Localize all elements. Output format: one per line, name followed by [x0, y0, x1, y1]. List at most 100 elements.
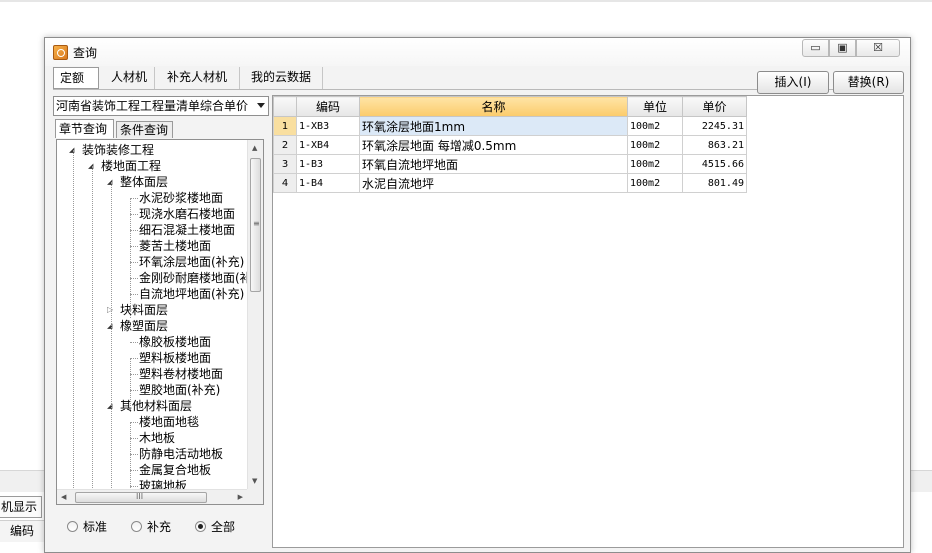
radio-circle-icon[interactable]: [67, 521, 78, 532]
tree-leaf[interactable]: 橡胶板楼地面: [139, 334, 211, 350]
tab-labor-material-machine[interactable]: 人材机: [105, 67, 155, 89]
horizontal-scroll-thumb[interactable]: III: [75, 492, 207, 503]
scroll-right-icon[interactable]: ▶: [238, 493, 243, 501]
radio-circle-icon[interactable]: [131, 521, 142, 532]
tree-guide-line: [73, 150, 74, 489]
quota-library-select[interactable]: 河南省装饰工程工程量清单综合单价: [53, 96, 269, 116]
replace-button[interactable]: 替换(R): [833, 71, 904, 94]
dialog-titlebar[interactable]: 查询 ▭ ▣ ☒: [45, 38, 910, 66]
table-row[interactable]: 2 1-XB4 环氧涂层地面 每增减0.5mm 100m2 863.21: [273, 135, 747, 155]
tree-horizontal-scrollbar[interactable]: ◀ III ▶: [57, 489, 247, 504]
query-dialog: 查询 ▭ ▣ ☒ 定额 人材机 补充人材机 我的云数据 插入(I) 替换(R) …: [44, 37, 911, 553]
tree-guide-line: [111, 182, 112, 489]
tree-guide-line: [130, 198, 131, 318]
tree-subcategory[interactable]: 整体面层: [120, 174, 168, 190]
cell-unit[interactable]: 100m2: [627, 116, 683, 136]
header-unit[interactable]: 单位: [627, 96, 683, 117]
tree-leaf[interactable]: 玻璃地板: [139, 478, 187, 489]
radio-supplementary[interactable]: 补充: [131, 518, 171, 536]
tree-connector: [130, 230, 138, 231]
vertical-scroll-thumb[interactable]: ≡: [250, 158, 261, 292]
tree-root[interactable]: 装饰装修工程: [82, 142, 154, 158]
tab-quota[interactable]: 定额: [53, 67, 99, 89]
tree-leaf[interactable]: 塑胶地面(补充): [139, 382, 220, 398]
cell-price[interactable]: 801.49: [682, 173, 747, 193]
tree-connector: [130, 470, 138, 471]
tree-guide-line: [92, 166, 93, 489]
maximize-button[interactable]: ▣: [829, 39, 856, 57]
tree-leaf[interactable]: 塑料板楼地面: [139, 350, 211, 366]
scroll-up-icon[interactable]: ▲: [252, 144, 257, 152]
tree-leaf[interactable]: 环氧涂层地面(补充): [139, 254, 244, 270]
tree-leaf[interactable]: 金刚砂耐磨楼地面(补: [139, 270, 247, 286]
header-code[interactable]: 编码: [296, 96, 360, 117]
radio-all[interactable]: 全部: [195, 518, 235, 536]
radio-circle-icon[interactable]: [195, 521, 206, 532]
tab-my-cloud-data[interactable]: 我的云数据: [245, 67, 323, 89]
scrollbar-corner: [247, 489, 263, 504]
tree-leaf[interactable]: 现浇水磨石楼地面: [139, 206, 235, 222]
tree-leaf[interactable]: 楼地面地毯: [139, 414, 199, 430]
cell-code[interactable]: 1-B4: [296, 173, 360, 193]
row-number[interactable]: 4: [273, 173, 297, 193]
tree-vertical-scrollbar[interactable]: ▲ ≡ ▼: [247, 140, 263, 489]
grip-icon: ≡: [253, 219, 260, 228]
scroll-down-icon[interactable]: ▼: [252, 477, 257, 485]
tree-connector: [130, 390, 138, 391]
row-number[interactable]: 1: [273, 116, 297, 136]
cell-price[interactable]: 2245.31: [682, 116, 747, 136]
grid-body: 1 1-XB3 环氧涂层地面1mm 100m2 2245.31 2 1-XB4 环氧涂层地面 …: [273, 116, 747, 193]
tree-subcategory[interactable]: 橡塑面层: [120, 318, 168, 334]
cell-code[interactable]: 1-XB3: [296, 116, 360, 136]
tree-leaf[interactable]: 自流地坪地面(补充): [139, 286, 244, 302]
header-row-number: [273, 96, 297, 117]
header-price[interactable]: 单价: [682, 96, 747, 117]
header-name[interactable]: 名称: [359, 96, 628, 117]
scroll-left-icon[interactable]: ◀: [61, 493, 66, 501]
background-tab[interactable]: 机显示: [0, 496, 42, 518]
tree-guide-line: [130, 358, 131, 412]
tree-leaf[interactable]: 菱苦土楼地面: [139, 238, 211, 254]
tree-leaf[interactable]: 水泥砂浆楼地面: [139, 190, 223, 206]
close-button[interactable]: ☒: [856, 39, 900, 57]
quota-library-value: 河南省装饰工程工程量清单综合单价: [56, 99, 249, 113]
background-column-header: 编码: [0, 520, 44, 542]
tree-connector: [130, 294, 138, 295]
tab-condition-search[interactable]: 条件查询: [116, 121, 173, 138]
tree-connector: [130, 358, 138, 359]
tab-chapter-search[interactable]: 章节查询: [55, 119, 114, 138]
tree-leaf[interactable]: 细石混凝土楼地面: [139, 222, 235, 238]
chevron-down-icon[interactable]: [257, 103, 265, 108]
tree-leaf[interactable]: 防静电活动地板: [139, 446, 223, 462]
tree-leaf[interactable]: 塑料卷材楼地面: [139, 366, 223, 382]
row-number[interactable]: 2: [273, 135, 297, 155]
tree-category[interactable]: 楼地面工程: [101, 158, 161, 174]
tree-leaf[interactable]: 木地板: [139, 430, 175, 446]
radio-standard[interactable]: 标准: [67, 518, 107, 536]
tab-supplementary-lmm[interactable]: 补充人材机: [161, 67, 240, 89]
chapter-tree-panel: 装饰装修工程楼地面工程整体面层水泥砂浆楼地面现浇水磨石楼地面细石混凝土楼地面菱苦…: [56, 139, 264, 505]
grip-icon: III: [136, 492, 144, 501]
cell-name[interactable]: 环氧自流地坪地面: [359, 154, 628, 174]
cell-price[interactable]: 863.21: [682, 135, 747, 155]
row-number[interactable]: 3: [273, 154, 297, 174]
table-row[interactable]: 3 1-B3 环氧自流地坪地面 100m2 4515.66: [273, 154, 747, 174]
table-row[interactable]: 1 1-XB3 环氧涂层地面1mm 100m2 2245.31: [273, 116, 747, 136]
chapter-tree: 装饰装修工程楼地面工程整体面层水泥砂浆楼地面现浇水磨石楼地面细石混凝土楼地面菱苦…: [57, 140, 247, 489]
cell-name[interactable]: 环氧涂层地面1mm: [359, 116, 628, 136]
radio-label: 标准: [83, 520, 108, 534]
minimize-button[interactable]: ▭: [802, 39, 829, 57]
tree-subcategory[interactable]: 块料面层: [120, 302, 168, 318]
cell-code[interactable]: 1-XB4: [296, 135, 360, 155]
insert-button[interactable]: 插入(I): [757, 71, 829, 94]
table-row[interactable]: 4 1-B4 水泥自流地坪 100m2 801.49: [273, 173, 747, 193]
cell-unit[interactable]: 100m2: [627, 154, 683, 174]
tree-leaf[interactable]: 金属复合地板: [139, 462, 211, 478]
cell-name[interactable]: 水泥自流地坪: [359, 173, 628, 193]
radio-label: 全部: [211, 520, 236, 534]
cell-name[interactable]: 环氧涂层地面 每增减0.5mm: [359, 135, 628, 155]
cell-unit[interactable]: 100m2: [627, 173, 683, 193]
cell-price[interactable]: 4515.66: [682, 154, 747, 174]
cell-unit[interactable]: 100m2: [627, 135, 683, 155]
cell-code[interactable]: 1-B3: [296, 154, 360, 174]
